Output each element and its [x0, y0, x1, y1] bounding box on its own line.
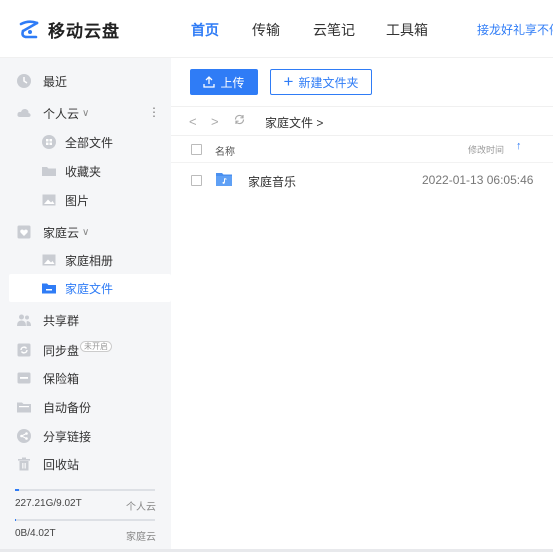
status-badge: 未开启 — [80, 341, 112, 352]
sidebar-item-label: 家庭相册 — [65, 253, 114, 268]
sidebar-item-family-files[interactable]: 家庭文件 — [9, 274, 171, 302]
safe-icon — [16, 370, 32, 386]
refresh-icon[interactable] — [233, 113, 246, 129]
sidebar-item-recent[interactable]: 最近 — [0, 67, 171, 95]
row-checkbox[interactable] — [191, 175, 202, 186]
storage-label: 家庭云 — [126, 532, 156, 543]
nav-toolbox[interactable]: 工具箱 — [386, 20, 428, 40]
family-icon — [16, 224, 32, 240]
sidebar-item-favorites[interactable]: 收藏夹 — [0, 157, 171, 185]
cloud-logo-icon — [19, 19, 39, 38]
new-folder-button[interactable]: + 新建文件夹 — [270, 69, 372, 95]
sidebar-item-label: 自动备份 — [43, 400, 92, 415]
column-header-modified[interactable]: 修改时间 — [468, 143, 504, 156]
chevron-down-icon[interactable]: ∨ — [82, 108, 89, 119]
new-folder-label: 新建文件夹 — [298, 75, 359, 90]
storage-fill — [15, 489, 19, 491]
storage-family: 0B/4.02T 家庭云 — [15, 519, 156, 549]
sidebar-item-label: 同步盘 — [43, 343, 80, 358]
sidebar-item-personal-cloud[interactable]: 个人云 ∨ ⋮ — [0, 99, 171, 127]
clock-icon — [16, 73, 32, 89]
sidebar-item-label: 共享群 — [43, 313, 80, 328]
sidebar-item-family-cloud[interactable]: 家庭云 ∨ — [0, 218, 171, 246]
breadcrumb[interactable]: 家庭文件 > — [265, 114, 323, 131]
upload-label: 上传 — [220, 75, 245, 90]
sidebar-item-label: 回收站 — [43, 457, 80, 472]
sidebar-item-label: 保险箱 — [43, 371, 80, 386]
nav-transfer[interactable]: 传输 — [252, 20, 280, 40]
storage-bar — [15, 489, 155, 491]
sort-arrow-icon[interactable]: ↑ — [516, 140, 522, 152]
sidebar-item-safe[interactable]: 保险箱 — [0, 364, 171, 392]
chevron-down-icon[interactable]: ∨ — [82, 227, 89, 238]
sidebar-item-all-files[interactable]: 全部文件 — [0, 128, 171, 156]
forward-icon[interactable]: > — [211, 114, 219, 129]
sidebar-item-label: 收藏夹 — [65, 164, 102, 179]
storage-label: 个人云 — [126, 502, 156, 513]
more-options-icon[interactable]: ⋮ — [148, 106, 160, 118]
top-bar: 移动云盘 首页 传输 云笔记 工具箱 接龙好礼享不停 — [0, 0, 553, 58]
folder-icon — [41, 280, 57, 296]
select-all-checkbox[interactable] — [191, 144, 202, 155]
nav-home[interactable]: 首页 — [191, 20, 219, 40]
file-name[interactable]: 家庭音乐 — [248, 173, 296, 190]
nav-notes[interactable]: 云笔记 — [313, 20, 355, 40]
breadcrumb-bar: < > 家庭文件 > — [171, 107, 553, 135]
album-icon — [41, 252, 57, 268]
file-modified: 2022-01-13 06:05:46 — [422, 173, 534, 187]
table-row[interactable]: 家庭音乐 2022-01-13 06:05:46 — [171, 164, 553, 196]
plus-icon: + — [283, 72, 294, 91]
upload-button[interactable]: 上传 — [190, 69, 258, 95]
image-icon — [41, 192, 57, 208]
storage-amount: 227.21G/9.02T — [15, 498, 82, 509]
trash-icon — [16, 456, 32, 472]
sidebar-item-label: 分享链接 — [43, 429, 92, 444]
share-icon — [16, 428, 32, 444]
sidebar-item-label: 全部文件 — [65, 135, 114, 150]
sidebar-item-label: 图片 — [65, 193, 90, 208]
storage-personal: 227.21G/9.02T 个人云 — [15, 489, 156, 519]
sync-icon — [16, 342, 32, 358]
promo-link[interactable]: 接龙好礼享不停 — [477, 21, 553, 38]
sidebar-item-label: 家庭文件 — [65, 281, 114, 296]
music-folder-icon — [215, 171, 233, 192]
upload-icon — [203, 76, 216, 88]
sidebar-item-family-album[interactable]: 家庭相册 — [0, 246, 171, 274]
group-icon — [16, 312, 32, 328]
storage-amount: 0B/4.02T — [15, 528, 56, 539]
sidebar-item-auto-backup[interactable]: 自动备份 — [0, 393, 171, 421]
sidebar-item-share-group[interactable]: 共享群 — [0, 306, 171, 334]
all-files-icon — [41, 134, 57, 150]
sidebar: 最近 个人云 ∨ ⋮ 全部文件 收藏夹 图片 家庭云 ∨ 家庭相册 家庭文件 共… — [0, 58, 171, 552]
storage-bar — [15, 519, 155, 521]
back-icon[interactable]: < — [189, 114, 197, 129]
sidebar-item-sync-drive[interactable]: 同步盘 未开启 — [0, 336, 171, 364]
brand[interactable]: 移动云盘 — [18, 17, 120, 42]
cloud-icon — [16, 105, 32, 121]
sidebar-item-label: 家庭云 — [43, 225, 80, 240]
sidebar-item-recycle-bin[interactable]: 回收站 — [0, 450, 171, 478]
folder-star-icon — [41, 163, 57, 179]
sidebar-item-label: 个人云 — [43, 106, 80, 121]
sidebar-item-label: 最近 — [43, 74, 68, 89]
sidebar-item-share-links[interactable]: 分享链接 — [0, 422, 171, 450]
sidebar-item-pictures[interactable]: 图片 — [0, 186, 171, 214]
storage-fill — [15, 519, 17, 521]
table-header: 名称 修改时间 ↑ — [171, 136, 553, 163]
column-header-name[interactable]: 名称 — [215, 143, 235, 158]
brand-name: 移动云盘 — [48, 22, 120, 41]
backup-folder-icon — [16, 399, 32, 415]
